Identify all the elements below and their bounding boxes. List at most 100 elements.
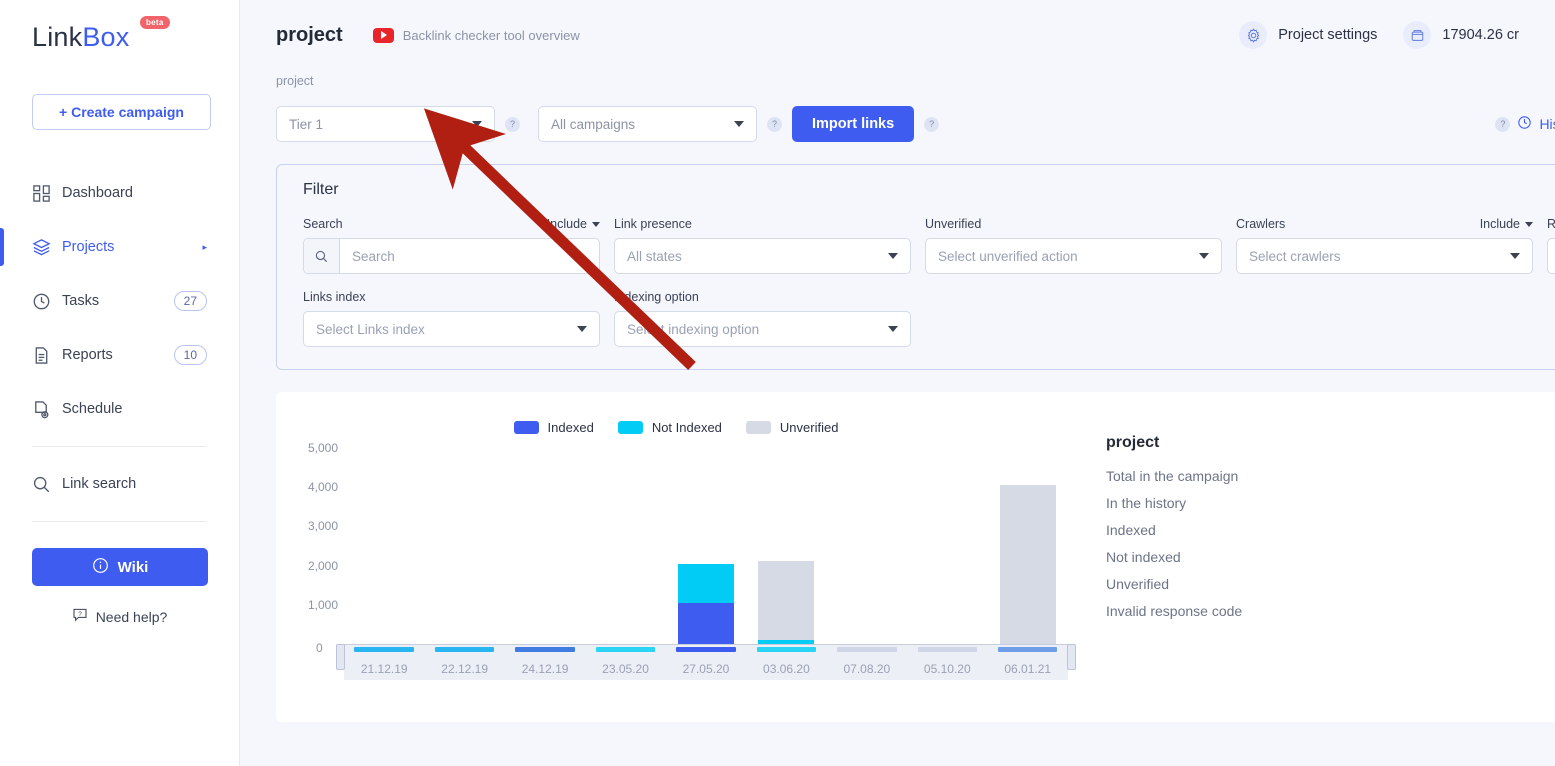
chart-bar-stack [758,448,815,644]
stats-row: Total in the campaign [1106,468,1239,484]
history-help-icon[interactable]: ? [1495,116,1511,132]
crawlers-include-dropdown[interactable]: Include [1480,217,1533,231]
chart-bar-cell[interactable] [907,448,987,644]
chart-bar-cell[interactable] [746,448,826,644]
sidebar-item-reports[interactable]: Reports 10 [32,328,207,382]
campaign-help-icon[interactable]: ? [767,116,782,132]
chart-y-zero-label: 0 [316,641,323,655]
navigator-thumb[interactable] [505,646,585,653]
navigator-handle-left[interactable] [336,644,345,670]
crawlers-select[interactable]: Select crawlers [1236,238,1533,274]
links-index-group: Links index Select Links index [303,290,600,347]
legend-item[interactable]: Not Indexed [617,420,722,435]
search-include-dropdown[interactable]: Include [547,217,600,231]
sidebar-item-schedule[interactable]: Schedule [32,382,207,436]
legend-item[interactable]: Indexed [513,420,594,435]
sidebar: LinkBox beta + Create campaign Dashboard [0,0,240,766]
sidebar-item-tasks[interactable]: Tasks 27 [32,274,207,328]
sidebar-item-projects[interactable]: Projects ▸ [0,220,207,274]
video-overview-link[interactable]: Backlink checker tool overview [372,27,580,43]
breadcrumb: project [276,74,314,88]
legend-swatch [513,421,539,434]
crawlers-group: Crawlers Include Select crawlers [1236,217,1533,274]
links-index-select[interactable]: Select Links index [303,311,600,347]
search-icon[interactable] [304,239,340,273]
filter-row-1: Search Include Search Link presence All … [303,217,1555,274]
chart-bar-cell[interactable] [344,448,424,644]
chart-navigator[interactable] [344,646,1068,653]
info-icon [92,557,109,578]
project-settings-label: Project settings [1278,27,1378,43]
reports-count-badge: 10 [173,345,207,365]
logo-text-link: Link [32,22,83,52]
stats-title: project [1106,434,1160,451]
clipped-group: R [1547,217,1555,274]
create-campaign-button[interactable]: + Create campaign [32,94,211,130]
sidebar-item-link-search[interactable]: Link search [32,457,207,511]
chart-bar-stack [437,448,493,644]
wiki-button[interactable]: Wiki [32,548,208,586]
navigator-thumb[interactable] [827,646,907,653]
legend-label: Indexed [547,420,594,435]
divider [32,521,207,522]
filter-panel: Filter Search Include Search Link presen… [276,164,1555,370]
y-axis-tick: 4,000 [307,480,338,495]
navigator-thumb[interactable] [424,646,504,653]
indexing-option-label: Indexing option [614,290,699,304]
indexing-option-select[interactable]: Select indexing option [614,311,911,347]
link-presence-select[interactable]: All states [614,238,911,274]
navigator-handle-right[interactable] [1067,644,1076,670]
filter-title: Filter [303,181,339,198]
import-links-button[interactable]: Import links [792,106,915,142]
need-help-link[interactable]: ? Need help? [32,607,207,626]
navigator-thumb[interactable] [344,646,424,653]
credits-display[interactable]: 17904.26 cr [1403,21,1519,49]
chart-bar-cell[interactable] [666,448,746,644]
import-help-icon[interactable]: ? [924,116,940,132]
tier-select[interactable]: Tier 1 [276,106,495,142]
navigator-thumb[interactable] [666,646,746,653]
sidebar-item-label: Reports [62,347,113,363]
crawlers-label: Crawlers [1236,217,1286,231]
history-link[interactable]: ? History [1495,115,1555,133]
navigator-thumb[interactable] [988,646,1068,653]
navigator-thumb[interactable] [585,646,665,653]
navigator-thumb[interactable] [746,646,826,653]
unverified-select[interactable]: Select unverified action [925,238,1222,274]
sidebar-item-label: Dashboard [62,185,133,201]
chart-bar-cell[interactable] [827,448,907,644]
indexing-option-value: Select indexing option [627,321,760,337]
video-overview-label: Backlink checker tool overview [402,27,580,43]
legend-swatch [745,421,771,434]
sidebar-item-dashboard[interactable]: Dashboard [32,166,207,220]
chevron-down-icon [592,221,600,227]
page-title: project [276,23,343,46]
links-index-label: Links index [303,290,366,304]
chart-stats-panel: project Total in the campaign In the hist… [1076,392,1242,722]
chart-bar-stack [356,448,412,644]
chart-bar-cell[interactable] [585,448,665,644]
chart-bar-cell[interactable] [988,448,1068,644]
chart-bar-cell[interactable] [424,448,504,644]
sidebar-item-label: Link search [62,476,137,492]
chevron-down-icon [888,326,898,332]
search-label-row: Search Include [303,217,600,231]
search-input[interactable]: Search [303,238,600,274]
crawlers-label-row: Crawlers Include [1236,217,1533,231]
divider [32,446,207,447]
chevron-down-icon [888,253,898,259]
link-presence-value: All states [627,248,682,264]
navigator-thumb[interactable] [907,646,987,653]
question-bubble-icon: ? [72,607,88,626]
tier-help-icon[interactable]: ? [505,116,520,132]
stats-row: In the history [1106,495,1187,511]
legend-item[interactable]: Unverified [745,420,838,435]
clipped-select[interactable] [1547,238,1555,274]
campaign-select[interactable]: All campaigns [538,106,757,142]
logo[interactable]: LinkBox beta [32,0,207,62]
chart-bar-cell[interactable] [505,448,585,644]
search-label: Search [303,217,343,231]
project-settings-button[interactable]: Project settings [1239,21,1377,49]
chevron-down-icon [1525,221,1533,227]
chevron-down-icon [734,121,744,127]
